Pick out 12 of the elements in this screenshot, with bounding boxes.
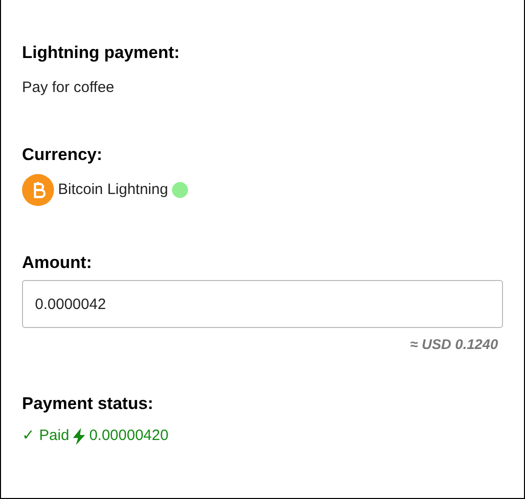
- payment-description: Pay for coffee: [22, 78, 116, 98]
- section-heading: Payment status:: [22, 393, 154, 415]
- paid-amount: 0.00000420: [89, 426, 168, 446]
- lightning-icon: [72, 428, 86, 445]
- section-heading: Lightning payment:: [22, 42, 181, 64]
- payment-status: ✓ Paid: [22, 426, 70, 446]
- currency-name: Bitcoin Lightning: [58, 180, 168, 200]
- section-heading: Currency:: [22, 144, 104, 166]
- usd-conversion: ≈ USD 0.1240: [410, 335, 498, 354]
- section-heading: Amount:: [22, 252, 93, 274]
- amount-field[interactable]: 0.0000042: [22, 280, 503, 328]
- bitcoin-icon: [22, 174, 54, 206]
